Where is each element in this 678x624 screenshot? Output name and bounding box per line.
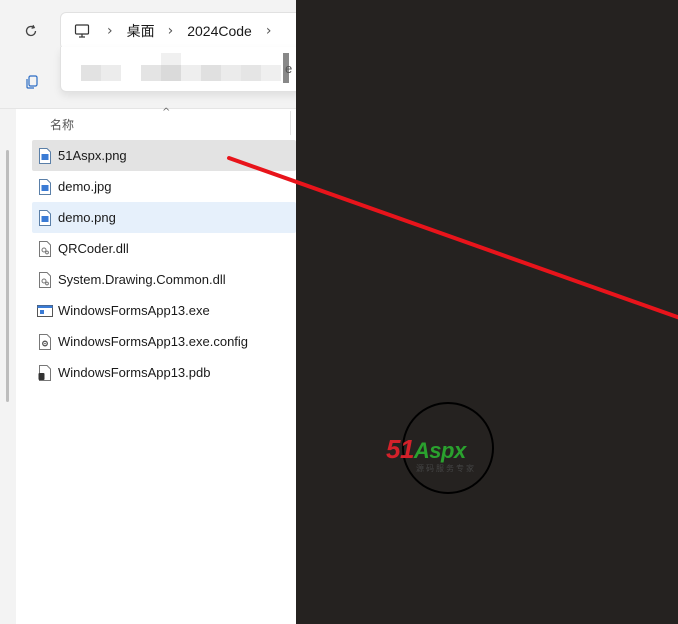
history-entry-text[interactable]: e bbox=[285, 61, 292, 76]
dll-file-icon bbox=[37, 271, 53, 288]
column-divider[interactable] bbox=[290, 111, 291, 135]
image-file-icon bbox=[37, 209, 53, 226]
watermark-tagline: 源码服务专家 bbox=[416, 464, 476, 473]
file-name: 51Aspx.png bbox=[58, 148, 127, 163]
config-file-icon bbox=[37, 333, 53, 350]
chevron-right-icon[interactable]: › bbox=[107, 23, 113, 39]
file-row-windowsformsapp13-exe-config[interactable]: WindowsFormsApp13.exe.config bbox=[32, 326, 296, 357]
dll-file-icon bbox=[37, 240, 53, 257]
exe-file-icon bbox=[37, 303, 53, 319]
file-row-demo-png[interactable]: demo.png bbox=[32, 202, 296, 233]
file-row-qrcoder-dll[interactable]: QRCoder.dll bbox=[32, 233, 296, 264]
this-pc-icon bbox=[73, 22, 91, 40]
file-row-windowsformsapp13-exe[interactable]: WindowsFormsApp13.exe bbox=[32, 295, 296, 326]
file-name: System.Drawing.Common.dll bbox=[58, 272, 226, 287]
file-name: demo.jpg bbox=[58, 179, 112, 194]
address-history-dropdown[interactable]: e bbox=[60, 47, 296, 92]
sort-ascending-icon: ^ bbox=[162, 107, 171, 118]
chevron-right-icon[interactable]: › bbox=[168, 23, 174, 39]
copy-button[interactable] bbox=[22, 72, 42, 92]
breadcrumb-2024code[interactable]: 2024Code bbox=[187, 23, 252, 39]
file-list: 51Aspx.png demo.jpg demo.png QRCoder.dll bbox=[32, 140, 296, 388]
file-name: WindowsFormsApp13.exe bbox=[58, 303, 210, 318]
watermark-wordmark: 51Aspx bbox=[386, 434, 466, 464]
file-explorer-window: › 桌面 › 2024Code › e ^ 名称 51Aspx.png demo… bbox=[0, 0, 296, 624]
address-bar[interactable]: › 桌面 › 2024Code › bbox=[60, 12, 296, 50]
chevron-right-icon[interactable]: › bbox=[266, 23, 272, 39]
file-name: QRCoder.dll bbox=[58, 241, 129, 256]
image-file-icon bbox=[37, 147, 53, 164]
column-header-row: ^ 名称 bbox=[16, 107, 296, 137]
file-row-system-drawing-common-dll[interactable]: System.Drawing.Common.dll bbox=[32, 264, 296, 295]
file-row-51aspx-png[interactable]: 51Aspx.png bbox=[32, 140, 296, 171]
explorer-toolbar: › 桌面 › 2024Code › e bbox=[0, 0, 296, 109]
file-row-demo-jpg[interactable]: demo.jpg bbox=[32, 171, 296, 202]
navigation-scrollbar[interactable] bbox=[6, 150, 9, 402]
column-header-name[interactable]: 名称 bbox=[50, 116, 74, 133]
image-file-icon bbox=[37, 178, 53, 195]
breadcrumb-desktop[interactable]: 桌面 bbox=[127, 21, 155, 41]
file-name: demo.png bbox=[58, 210, 116, 225]
refresh-icon bbox=[25, 24, 37, 37]
file-name: WindowsFormsApp13.pdb bbox=[58, 365, 211, 380]
pdb-file-icon bbox=[37, 364, 53, 381]
image-preview-panel bbox=[296, 0, 678, 624]
file-row-windowsformsapp13-pdb[interactable]: WindowsFormsApp13.pdb bbox=[32, 357, 296, 388]
refresh-button[interactable] bbox=[18, 18, 44, 44]
file-name: WindowsFormsApp13.exe.config bbox=[58, 334, 249, 349]
watermark-logo: 51Aspx 源码服务专家 bbox=[386, 402, 514, 494]
copy-icon bbox=[26, 75, 38, 89]
